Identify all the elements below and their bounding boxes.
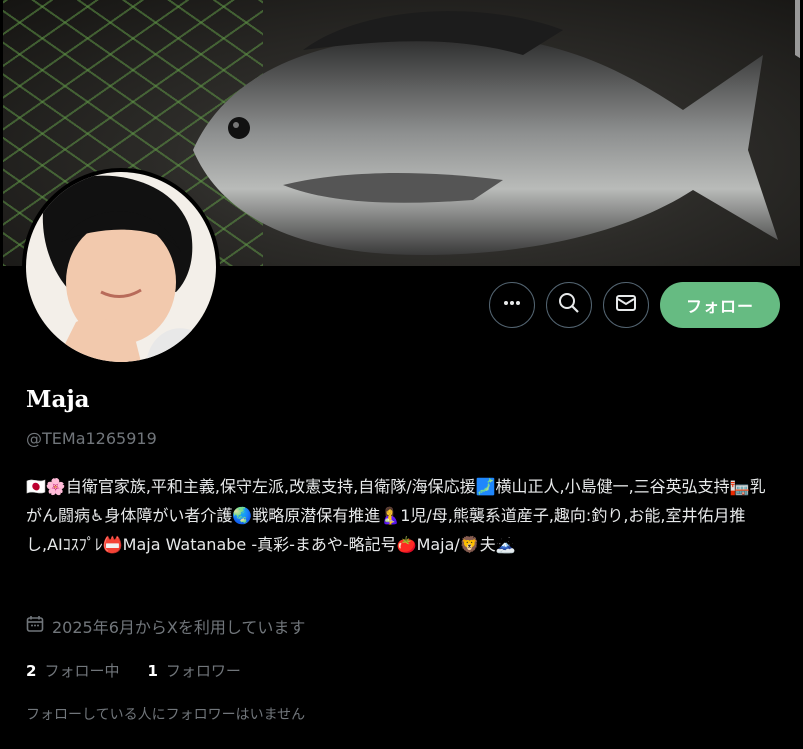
profile-handle: @TEMa1265919: [26, 429, 157, 448]
join-date: 2025年6月からXを利用しています: [26, 614, 305, 638]
calendar-icon: [26, 615, 44, 637]
mail-icon: [615, 293, 637, 317]
join-date-text: 2025年6月からXを利用しています: [52, 618, 306, 637]
profile-name: Maja: [26, 386, 90, 413]
followers-label: フォロワー: [165, 662, 241, 680]
mutual-followers-note: フォローしている人にフォロワーはいません: [26, 707, 306, 723]
profile-bio: 🇯🇵🌸自衛官家族,平和主義,保守左派,改憲支持,自衛隊/海保応援🗾横山正人,小島…: [26, 477, 766, 554]
more-icon: [502, 293, 522, 317]
search-button[interactable]: [545, 282, 592, 328]
follow-button[interactable]: フォロー: [659, 282, 780, 328]
profile-actions: フォロー: [488, 282, 780, 328]
profile-avatar[interactable]: [22, 168, 220, 366]
follow-counts: 2 フォロー中 1 フォロワー: [26, 660, 241, 681]
following-count: 2: [26, 662, 37, 680]
following-link[interactable]: 2 フォロー中: [26, 660, 119, 681]
followers-count: 1: [147, 662, 158, 680]
followers-link[interactable]: 1 フォロワー: [147, 660, 240, 681]
avatar-photo: [26, 172, 216, 362]
following-label: フォロー中: [44, 662, 120, 680]
message-button[interactable]: [602, 282, 649, 328]
more-button[interactable]: [488, 282, 535, 328]
search-icon: [558, 292, 580, 318]
